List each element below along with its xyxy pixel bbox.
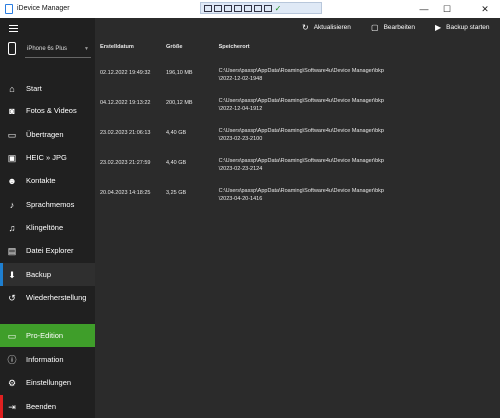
- app-icon: [5, 4, 13, 14]
- cell-location: C:\Users\passp\AppData\Roaming\Software4…: [218, 68, 384, 82]
- window-title: iDevice Manager: [17, 5, 70, 12]
- edit-button[interactable]: ▢ Bearbeiten: [371, 18, 415, 36]
- chevron-down-icon: ▼: [84, 46, 89, 52]
- bell-icon: ♫: [8, 222, 16, 233]
- exit-icon: ⇥: [8, 401, 16, 412]
- backup-table: Erstelldatum Größe Speicherort 02.12.202…: [100, 41, 500, 203]
- title-bar: iDevice Manager ✓ — ☐ ✕: [0, 0, 500, 18]
- contacts-icon: ☻: [7, 175, 17, 186]
- sidebar-item-transfer[interactable]: ▭ Übertragen: [0, 123, 95, 146]
- pin-icon[interactable]: [204, 4, 212, 12]
- microphone-icon: ♪: [9, 199, 15, 210]
- cell-size: 4,40 GB: [166, 160, 187, 166]
- convert-icon: ▣: [7, 152, 17, 163]
- minimize-button[interactable]: —: [413, 0, 435, 18]
- folder-icon: ▤: [7, 245, 17, 256]
- sidebar-item-pro-edition[interactable]: ▭ Pro-Edition: [0, 324, 95, 347]
- keyboard-icon[interactable]: [234, 4, 242, 12]
- sidebar-item-start[interactable]: ⌂ Start: [0, 77, 95, 100]
- sidebar-item-backup[interactable]: ⬇ Backup: [0, 263, 95, 286]
- history-icon: ↺: [8, 292, 16, 303]
- display-icon[interactable]: [224, 4, 232, 12]
- cell-date: 04.12.2022 19:13:22: [100, 100, 151, 106]
- sidebar-item-contacts[interactable]: ☻ Kontakte: [0, 169, 95, 192]
- start-backup-button[interactable]: ▶ Backup starten: [435, 18, 490, 36]
- screen-icon[interactable]: [244, 4, 252, 12]
- menu-icon[interactable]: [9, 25, 18, 33]
- table-row[interactable]: 23.02.2023 21:06:13 4,40 GB C:\Users\pas…: [100, 113, 500, 143]
- cell-date: 02.12.2022 19:49:32: [100, 70, 151, 76]
- table-row[interactable]: 23.02.2023 21:27:59 4,40 GB C:\Users\pas…: [100, 143, 500, 173]
- refresh-icon: ↻: [302, 22, 309, 32]
- sidebar-item-restore[interactable]: ↺ Wiederherstellung: [0, 286, 95, 309]
- home-icon: ⌂: [9, 83, 15, 94]
- column-header-date[interactable]: Erstelldatum: [100, 41, 166, 53]
- cell-location: C:\Users\passp\AppData\Roaming\Software4…: [218, 98, 384, 112]
- transfer-icon: ▭: [7, 129, 17, 140]
- cell-size: 196,10 MB: [166, 70, 193, 76]
- settings-icon[interactable]: [264, 4, 272, 12]
- sidebar-item-heic[interactable]: ▣ HEIC » JPG: [0, 146, 95, 169]
- play-icon: ▶: [435, 22, 442, 32]
- table-row[interactable]: 02.12.2022 19:49:32 196,10 MB C:\Users\p…: [100, 53, 500, 83]
- monitor-icon[interactable]: [214, 4, 222, 12]
- column-header-location[interactable]: Speicherort: [219, 41, 500, 53]
- cell-size: 4,40 GB: [166, 130, 187, 136]
- maximize-button[interactable]: ☐: [436, 0, 458, 18]
- cell-date: 23.02.2023 21:06:13: [100, 130, 151, 136]
- table-header: Erstelldatum Größe Speicherort: [100, 41, 500, 53]
- column-header-size[interactable]: Größe: [166, 41, 219, 53]
- edit-icon: ▢: [371, 22, 379, 32]
- cell-location: C:\Users\passp\AppData\Roaming\Software4…: [218, 188, 384, 202]
- cell-date: 23.02.2023 21:27:59: [100, 160, 151, 166]
- sidebar-item-information[interactable]: ⓘ Information: [0, 348, 95, 371]
- sidebar-item-quit[interactable]: ⇥ Beenden: [0, 395, 95, 418]
- phone-icon: [8, 42, 16, 55]
- sidebar-item-ringtones[interactable]: ♫ Klingeltöne: [0, 216, 95, 239]
- sidebar: iPhone 6s Plus ▼ ⌂ Start ◙ Fotos & Video…: [0, 18, 95, 418]
- download-icon: ⬇: [8, 269, 16, 280]
- cell-location: C:\Users\passp\AppData\Roaming\Software4…: [218, 158, 384, 172]
- device-selector[interactable]: iPhone 6s Plus ▼: [5, 40, 91, 60]
- remote-session-toolbar[interactable]: ✓: [200, 2, 322, 14]
- pro-icon: ▭: [7, 330, 17, 341]
- close-button[interactable]: ✕: [474, 0, 496, 18]
- sidebar-item-voice-memos[interactable]: ♪ Sprachmemos: [0, 193, 95, 216]
- camera-icon: ◙: [9, 105, 15, 116]
- device-name: iPhone 6s Plus: [27, 46, 68, 52]
- cell-size: 200,12 MB: [166, 100, 193, 106]
- cell-size: 3,25 GB: [166, 190, 187, 196]
- gear-icon: ⚙: [7, 377, 17, 388]
- cell-date: 20.04.2023 14:18:25: [100, 190, 151, 196]
- table-row[interactable]: 20.04.2023 14:18:25 3,25 GB C:\Users\pas…: [100, 173, 500, 203]
- table-row[interactable]: 04.12.2022 19:13:22 200,12 MB C:\Users\p…: [100, 83, 500, 113]
- sidebar-item-file-explorer[interactable]: ▤ Datei Explorer: [0, 239, 95, 262]
- sidebar-item-settings[interactable]: ⚙ Einstellungen: [0, 371, 95, 394]
- sidebar-item-photos[interactable]: ◙ Fotos & Videos: [0, 99, 95, 122]
- check-icon: ✓: [274, 3, 282, 13]
- cell-location: C:\Users\passp\AppData\Roaming\Software4…: [218, 128, 384, 142]
- info-icon: ⓘ: [7, 354, 17, 365]
- refresh-button[interactable]: ↻ Aktualisieren: [302, 18, 351, 36]
- connection-icon[interactable]: [254, 4, 262, 12]
